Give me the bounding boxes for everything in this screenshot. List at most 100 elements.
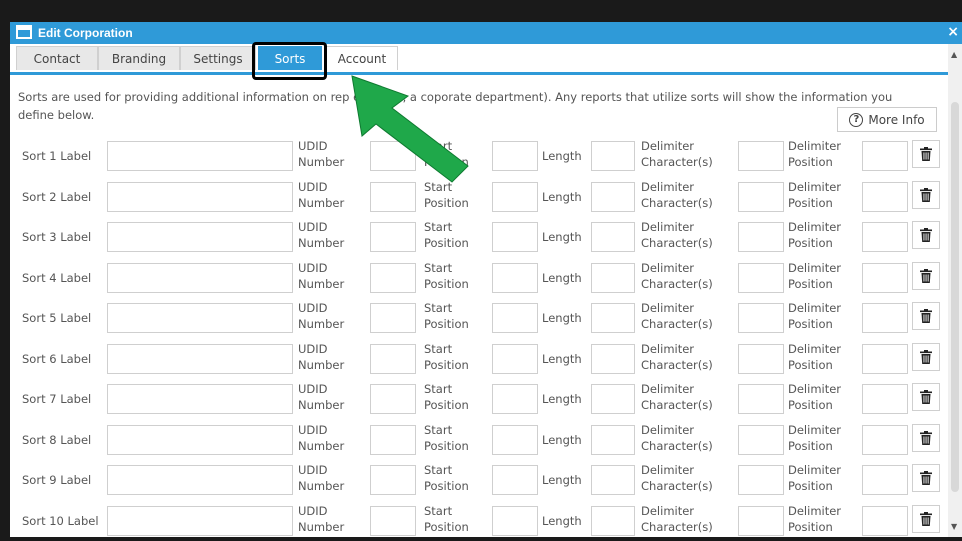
length-input[interactable] <box>591 303 635 333</box>
delim-pos-line1: Delimiter <box>788 260 841 276</box>
start-position-input[interactable] <box>492 506 538 536</box>
length-input[interactable] <box>591 465 635 495</box>
length-input[interactable] <box>591 344 635 374</box>
length-input[interactable] <box>591 425 635 455</box>
sort-label-input[interactable] <box>107 222 293 252</box>
length-label: Length <box>542 311 582 325</box>
length-input[interactable] <box>591 506 635 536</box>
scroll-up-icon[interactable]: ▲ <box>951 50 957 59</box>
delete-sort-button[interactable] <box>912 424 940 452</box>
start-position-input[interactable] <box>492 141 538 171</box>
udid-number-input[interactable] <box>370 465 416 495</box>
start-position-input[interactable] <box>492 303 538 333</box>
question-circle-icon: ? <box>849 113 863 127</box>
udid-label-line1: UDID <box>298 179 344 195</box>
delete-sort-button[interactable] <box>912 181 940 209</box>
udid-label-line1: UDID <box>298 341 344 357</box>
start-position-label: Start Position <box>424 341 469 373</box>
delimiter-characters-input[interactable] <box>738 263 784 293</box>
delimiter-position-label: Delimiter Position <box>788 260 841 292</box>
sort-label-input[interactable] <box>107 344 293 374</box>
length-label: Length <box>542 514 582 528</box>
udid-number-input[interactable] <box>370 425 416 455</box>
start-label-line2: Position <box>424 438 469 454</box>
delete-sort-button[interactable] <box>912 221 940 249</box>
udid-number-input[interactable] <box>370 506 416 536</box>
length-input[interactable] <box>591 263 635 293</box>
length-input[interactable] <box>591 182 635 212</box>
trash-icon <box>920 471 932 485</box>
tab-settings[interactable]: Settings <box>180 46 256 70</box>
sort-label-input[interactable] <box>107 465 293 495</box>
delimiter-characters-input[interactable] <box>738 506 784 536</box>
delimiter-position-input[interactable] <box>862 141 908 171</box>
length-input[interactable] <box>591 384 635 414</box>
tab-account[interactable]: Account <box>326 46 398 70</box>
delimiter-characters-input[interactable] <box>738 384 784 414</box>
udid-number-input[interactable] <box>370 263 416 293</box>
close-icon[interactable]: × <box>947 24 959 40</box>
sort-label-input[interactable] <box>107 263 293 293</box>
delete-sort-button[interactable] <box>912 140 940 168</box>
delimiter-characters-input[interactable] <box>738 425 784 455</box>
length-input[interactable] <box>591 141 635 171</box>
length-label: Length <box>542 392 582 406</box>
delimiter-position-input[interactable] <box>862 222 908 252</box>
start-position-label: Start Position <box>424 300 469 332</box>
delimiter-position-input[interactable] <box>862 263 908 293</box>
delimiter-characters-input[interactable] <box>738 141 784 171</box>
delimiter-position-input[interactable] <box>862 344 908 374</box>
delimiter-characters-input[interactable] <box>738 182 784 212</box>
delimiter-characters-input[interactable] <box>738 303 784 333</box>
start-position-input[interactable] <box>492 425 538 455</box>
start-position-input[interactable] <box>492 384 538 414</box>
udid-label-line1: UDID <box>298 462 344 478</box>
tab-branding[interactable]: Branding <box>98 46 180 70</box>
start-position-input[interactable] <box>492 182 538 212</box>
delete-sort-button[interactable] <box>912 464 940 492</box>
udid-number-input[interactable] <box>370 384 416 414</box>
udid-number-input[interactable] <box>370 182 416 212</box>
length-input[interactable] <box>591 222 635 252</box>
delimiter-position-label: Delimiter Position <box>788 503 841 535</box>
delimiter-position-input[interactable] <box>862 303 908 333</box>
trash-icon <box>920 431 932 445</box>
delete-sort-button[interactable] <box>912 262 940 290</box>
start-position-input[interactable] <box>492 222 538 252</box>
tab-contact[interactable]: Contact <box>16 46 98 70</box>
sort-label-input[interactable] <box>107 384 293 414</box>
scroll-down-icon[interactable]: ▼ <box>951 522 957 531</box>
delete-sort-button[interactable] <box>912 343 940 371</box>
delimiter-characters-input[interactable] <box>738 344 784 374</box>
udid-number-input[interactable] <box>370 344 416 374</box>
start-position-input[interactable] <box>492 344 538 374</box>
delete-sort-button[interactable] <box>912 505 940 533</box>
udid-label-line1: UDID <box>298 381 344 397</box>
delimiter-position-input[interactable] <box>862 182 908 212</box>
start-position-input[interactable] <box>492 465 538 495</box>
udid-number-label: UDID Number <box>298 422 344 454</box>
sort-label-input[interactable] <box>107 303 293 333</box>
delimiter-characters-input[interactable] <box>738 222 784 252</box>
trash-icon <box>920 147 932 161</box>
delimiter-position-input[interactable] <box>862 506 908 536</box>
delimiter-position-input[interactable] <box>862 384 908 414</box>
sort-label-input[interactable] <box>107 425 293 455</box>
udid-label-line2: Number <box>298 397 344 413</box>
scroll-thumb[interactable] <box>951 102 959 492</box>
delimiter-characters-input[interactable] <box>738 465 784 495</box>
sort-label-input[interactable] <box>107 182 293 212</box>
delete-sort-button[interactable] <box>912 302 940 330</box>
start-label-line2: Position <box>424 478 469 494</box>
delimiter-position-input[interactable] <box>862 425 908 455</box>
start-position-input[interactable] <box>492 263 538 293</box>
delimiter-position-input[interactable] <box>862 465 908 495</box>
udid-number-input[interactable] <box>370 303 416 333</box>
udid-number-input[interactable] <box>370 222 416 252</box>
sort-label-input[interactable] <box>107 141 293 171</box>
vertical-scrollbar[interactable]: ▲ ▼ <box>948 44 962 537</box>
more-info-button[interactable]: ? More Info <box>837 107 937 132</box>
delim-char-line1: Delimiter <box>641 381 713 397</box>
delete-sort-button[interactable] <box>912 383 940 411</box>
sort-label-input[interactable] <box>107 506 293 536</box>
